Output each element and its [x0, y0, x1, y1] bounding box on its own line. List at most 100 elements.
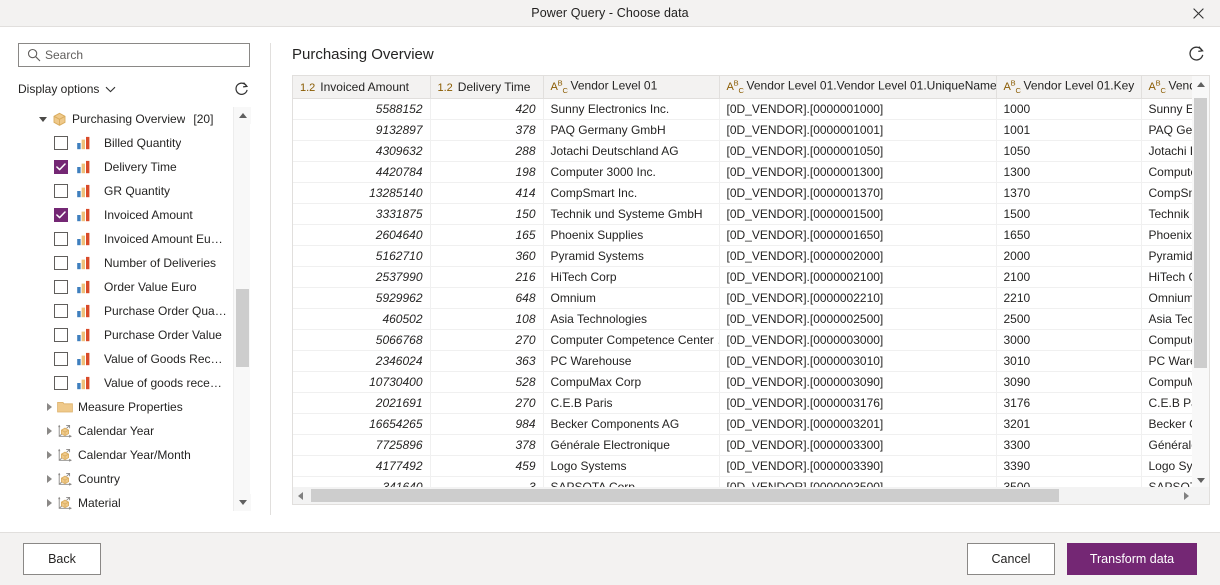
tree-item-invoiced-amount[interactable]: Invoiced Amount [18, 203, 232, 227]
tree-item-country[interactable]: Country [18, 467, 232, 491]
column-header-delivery-time[interactable]: 1.2Delivery Time [430, 76, 543, 98]
table-row[interactable]: 4309632288Jotachi Deutschland AG[0D_VEND… [293, 140, 1194, 161]
table-body: 5588152420Sunny Electronics Inc.[0D_VEND… [293, 98, 1194, 489]
checkbox-delivery-time[interactable] [54, 160, 68, 174]
tree-item-billed-quantity[interactable]: Billed Quantity [18, 131, 232, 155]
column-header-vendor-le[interactable]: ABC Vendor Le [1141, 76, 1194, 98]
expander-expand-icon[interactable] [42, 475, 56, 483]
tree-item-invoiced-amount-eu[interactable]: Invoiced Amount Eu… [18, 227, 232, 251]
table-cell: 460502 [293, 308, 430, 329]
table-row[interactable]: 3331875150Technik und Systeme GmbH[0D_VE… [293, 203, 1194, 224]
table-cell: 216 [430, 266, 543, 287]
tree-item-gr-quantity[interactable]: GR Quantity [18, 179, 232, 203]
column-header-vendor-level-01-key[interactable]: ABC Vendor Level 01.Key [996, 76, 1141, 98]
table-cell: Asia Techno [1141, 308, 1194, 329]
table-cell: [0D_VENDOR].[0000003176] [719, 392, 996, 413]
table-row[interactable]: 2021691270C.E.B Paris[0D_VENDOR].[000000… [293, 392, 1194, 413]
expander-expand-icon[interactable] [42, 499, 56, 507]
table-scroll-left-icon[interactable] [293, 487, 308, 504]
tree-item-value-of-goods-rece[interactable]: Value of goods rece… [18, 371, 232, 395]
table-row[interactable]: 5929962648Omnium[0D_VENDOR].[0000002210]… [293, 287, 1194, 308]
tree-item-purchase-order-qua[interactable]: Purchase Order Qua… [18, 299, 232, 323]
table-row[interactable]: 5162710360Pyramid Systems[0D_VENDOR].[00… [293, 245, 1194, 266]
column-header-invoiced-amount[interactable]: 1.2Invoiced Amount [293, 76, 430, 98]
table-scroll-up-icon[interactable] [1192, 76, 1209, 93]
tree-item-label: Purchase Order Value [104, 328, 222, 342]
table-row[interactable]: 4177492459Logo Systems[0D_VENDOR].[00000… [293, 455, 1194, 476]
table-cell: 3201 [996, 413, 1141, 434]
table-row[interactable]: 2604640165Phoenix Supplies[0D_VENDOR].[0… [293, 224, 1194, 245]
checkbox-value-of-goods-rece[interactable] [54, 376, 68, 390]
tree-item-calendar-year[interactable]: Calendar Year [18, 419, 232, 443]
checkbox-billed-quantity[interactable] [54, 136, 68, 150]
table-row[interactable]: 9132897378PAQ Germany GmbH[0D_VENDOR].[0… [293, 119, 1194, 140]
checkbox-purchase-order-qua[interactable] [54, 304, 68, 318]
tree-item-measure-properties[interactable]: Measure Properties [18, 395, 232, 419]
search-input[interactable] [45, 45, 243, 65]
expander-expand-icon[interactable] [42, 451, 56, 459]
cancel-button[interactable]: Cancel [967, 543, 1055, 575]
tree-item-material[interactable]: Material [18, 491, 232, 511]
table-row[interactable]: 10730400528CompuMax Corp[0D_VENDOR].[000… [293, 371, 1194, 392]
refresh-preview-icon[interactable] [1187, 45, 1206, 64]
table-row[interactable]: 4420784198Computer 3000 Inc.[0D_VENDOR].… [293, 161, 1194, 182]
tree-item-number-of-deliveries[interactable]: Number of Deliveries [18, 251, 232, 275]
checkbox-invoiced-amount[interactable] [54, 208, 68, 222]
checkbox-order-value-euro[interactable] [54, 280, 68, 294]
tree-item-label: GR Quantity [104, 184, 170, 198]
expander-collapse-icon[interactable] [36, 117, 50, 122]
table-cell: 2604640 [293, 224, 430, 245]
table-row[interactable]: 5066768270Computer Competence Center …[0… [293, 329, 1194, 350]
scroll-up-icon[interactable] [234, 107, 251, 124]
tree-scrollbar[interactable] [233, 107, 250, 511]
table-row[interactable]: 2346024363PC Warehouse[0D_VENDOR].[00000… [293, 350, 1194, 371]
checkbox-number-of-deliveries[interactable] [54, 256, 68, 270]
expander-expand-icon[interactable] [42, 403, 56, 411]
table-hscrollbar-thumb[interactable] [311, 489, 1059, 502]
table-row[interactable]: 16654265984Becker Components AG[0D_VENDO… [293, 413, 1194, 434]
tree-item-delivery-time[interactable]: Delivery Time [18, 155, 232, 179]
chevron-down-icon[interactable] [105, 82, 116, 96]
tree-item-purchasing-overview[interactable]: Purchasing Overview[20] [18, 107, 232, 131]
expander-expand-icon[interactable] [42, 427, 56, 435]
tree-item-label: Billed Quantity [104, 136, 181, 150]
tree-item-label: Calendar Year/Month [78, 448, 191, 462]
close-icon[interactable] [1176, 0, 1220, 27]
table-row[interactable]: 13285140414CompSmart Inc.[0D_VENDOR].[00… [293, 182, 1194, 203]
table-vertical-scrollbar[interactable] [1192, 76, 1209, 489]
table-row[interactable]: 460502108Asia Technologies[0D_VENDOR].[0… [293, 308, 1194, 329]
checkbox-value-of-goods-rec[interactable] [54, 352, 68, 366]
tree-scrollbar-thumb[interactable] [236, 289, 249, 367]
table-row[interactable]: 7725896378Générale Electronique[0D_VENDO… [293, 434, 1194, 455]
table-vscrollbar-thumb[interactable] [1194, 98, 1207, 368]
table-horizontal-scrollbar[interactable] [293, 487, 1194, 504]
table-cell: [0D_VENDOR].[0000003201] [719, 413, 996, 434]
tree-item-calendar-year-month[interactable]: Calendar Year/Month [18, 443, 232, 467]
search-box[interactable] [18, 43, 250, 67]
checkbox-invoiced-amount-eu[interactable] [54, 232, 68, 246]
search-icon [27, 48, 41, 62]
refresh-icon[interactable] [233, 81, 250, 98]
table-cell: [0D_VENDOR].[0000001650] [719, 224, 996, 245]
table-cell: CompSmart Inc. [543, 182, 719, 203]
table-cell: 3331875 [293, 203, 430, 224]
checkbox-gr-quantity[interactable] [54, 184, 68, 198]
column-header-vendor-level-01[interactable]: ABC Vendor Level 01 [543, 76, 719, 98]
table-row[interactable]: 5588152420Sunny Electronics Inc.[0D_VEND… [293, 98, 1194, 119]
table-cell: [0D_VENDOR].[0000003300] [719, 434, 996, 455]
transform-data-button[interactable]: Transform data [1067, 543, 1197, 575]
metadata-tree[interactable]: Purchasing Overview[20] Billed Quantity … [18, 107, 232, 511]
tree-item-value-of-goods-rec[interactable]: Value of Goods Rec… [18, 347, 232, 371]
tree-item-label: Value of goods rece… [104, 376, 222, 390]
tree-item-purchase-order-value[interactable]: Purchase Order Value [18, 323, 232, 347]
table-cell: 3390 [996, 455, 1141, 476]
column-header-label: Vendor Level 01.Key [1024, 79, 1135, 93]
display-options-button[interactable]: Display options [18, 82, 99, 96]
measure-icon [76, 328, 98, 342]
column-header-vendor-level-01-vendor-level-01-uniquename[interactable]: ABC Vendor Level 01.Vendor Level 01.Uniq… [719, 76, 996, 98]
checkbox-purchase-order-value[interactable] [54, 328, 68, 342]
scroll-down-icon[interactable] [234, 494, 251, 511]
back-button[interactable]: Back [23, 543, 101, 575]
table-row[interactable]: 2537990216HiTech Corp[0D_VENDOR].[000000… [293, 266, 1194, 287]
tree-item-order-value-euro[interactable]: Order Value Euro [18, 275, 232, 299]
